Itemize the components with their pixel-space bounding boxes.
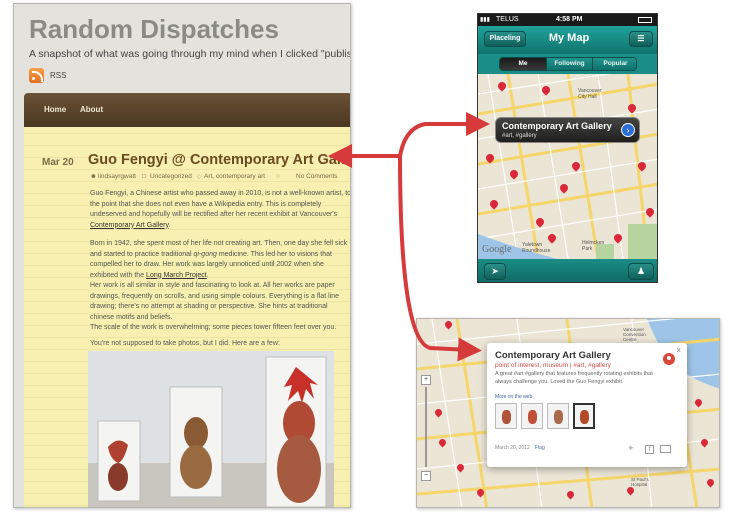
arrow-to-phone: [398, 112, 490, 158]
composite-screenshot: Random Dispatches A snapshot of what was…: [0, 0, 732, 518]
arrow-to-webmap: [398, 154, 482, 362]
connector-arrows: [328, 112, 490, 362]
